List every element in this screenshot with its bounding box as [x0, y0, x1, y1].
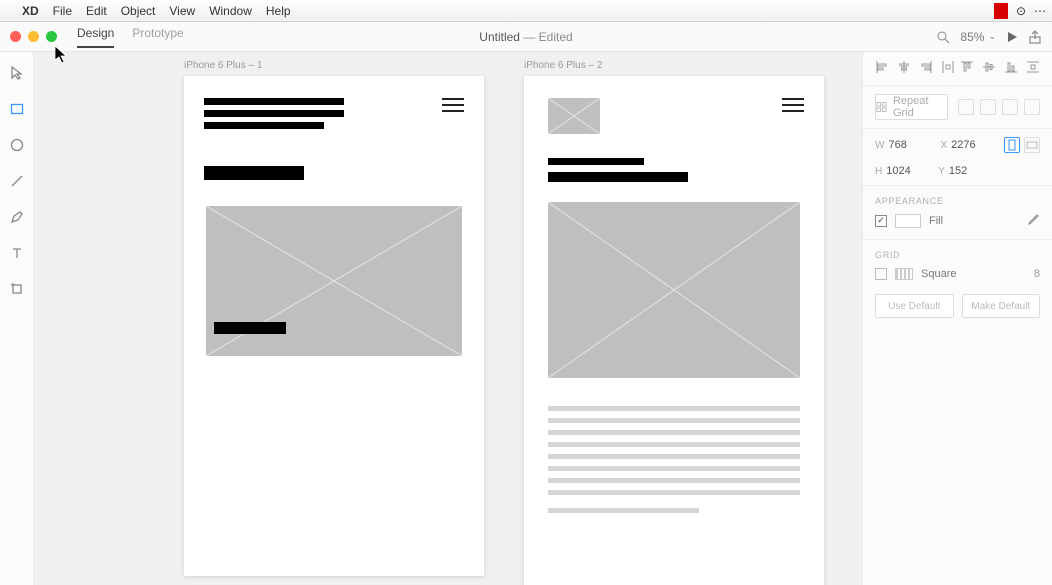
y-value[interactable]: 152 — [949, 165, 991, 177]
x-value[interactable]: 2276 — [951, 139, 993, 151]
appearance-title: Appearance — [863, 186, 1052, 208]
canvas[interactable]: iPhone 6 Plus – 1 iPhone 6 Plus – 2 — [34, 52, 862, 585]
align-hcenter-icon[interactable] — [897, 60, 911, 77]
repeat-grid-label: Repeat Grid — [893, 95, 947, 119]
align-top-icon[interactable] — [960, 60, 974, 77]
portrait-icon[interactable] — [1004, 137, 1020, 153]
paragraph-placeholder — [548, 406, 800, 513]
grid-type-icon[interactable] — [895, 268, 913, 280]
document-title: Untitled — Edited — [479, 30, 572, 44]
bool-subtract-icon[interactable] — [980, 99, 996, 115]
title-placeholder — [548, 172, 688, 182]
share-icon[interactable] — [1028, 30, 1042, 44]
h-label: H — [875, 166, 882, 177]
tool-rail — [0, 52, 34, 585]
fill-checkbox[interactable]: ✓ — [875, 215, 887, 227]
mac-menubar: XD File Edit Object View Window Help ⊙ ⋯ — [0, 0, 1052, 22]
chevron-down-icon: ⌄ — [988, 31, 996, 42]
w-label: W — [875, 140, 884, 151]
w-value[interactable]: 768 — [888, 139, 930, 151]
fill-swatch[interactable] — [895, 214, 921, 228]
menu-help[interactable]: Help — [266, 4, 291, 18]
text-tool[interactable] — [8, 244, 26, 262]
caption-placeholder — [214, 322, 286, 334]
fill-label: Fill — [929, 215, 943, 227]
distribute-v-icon[interactable] — [1026, 60, 1040, 77]
menu-file[interactable]: File — [53, 4, 72, 18]
pen-tool[interactable] — [8, 208, 26, 226]
window-close-button[interactable] — [10, 31, 21, 42]
hamburger-icon — [782, 98, 804, 112]
artboard-2-label[interactable]: iPhone 6 Plus – 2 — [524, 60, 602, 71]
tab-prototype[interactable]: Prototype — [132, 26, 183, 48]
eyedropper-icon[interactable] — [1026, 212, 1040, 229]
artboard-1-label[interactable]: iPhone 6 Plus – 1 — [184, 60, 262, 71]
image-placeholder — [548, 202, 800, 378]
artboard-tool[interactable] — [8, 280, 26, 298]
bool-add-icon[interactable] — [958, 99, 974, 115]
window-minimize-button[interactable] — [28, 31, 39, 42]
document-name: Untitled — [479, 30, 520, 44]
align-vcenter-icon[interactable] — [982, 60, 996, 77]
make-default-button[interactable]: Make Default — [962, 294, 1041, 318]
bool-intersect-icon[interactable] — [1002, 99, 1018, 115]
align-bottom-icon[interactable] — [1004, 60, 1018, 77]
grid-size[interactable]: 8 — [1034, 268, 1040, 280]
h-value[interactable]: 1024 — [886, 165, 928, 177]
menu-window[interactable]: Window — [209, 4, 252, 18]
app-topbar: Design Prototype Untitled — Edited 85% ⌄ — [0, 22, 1052, 52]
play-icon[interactable] — [1006, 31, 1018, 43]
tab-design[interactable]: Design — [77, 26, 114, 48]
artboard-2[interactable]: iPhone 6 Plus – 2 — [524, 76, 824, 585]
menubar-extra-icon-2[interactable]: ⋯ — [1034, 4, 1046, 18]
menu-edit[interactable]: Edit — [86, 4, 107, 18]
grid-checkbox[interactable] — [875, 268, 887, 280]
rectangle-tool[interactable] — [8, 100, 26, 118]
landscape-icon[interactable] — [1024, 137, 1040, 153]
use-default-button[interactable]: Use Default — [875, 294, 954, 318]
select-tool[interactable] — [8, 64, 26, 82]
menu-view[interactable]: View — [169, 4, 195, 18]
align-right-icon[interactable] — [919, 60, 933, 77]
line-tool[interactable] — [8, 172, 26, 190]
menu-app[interactable]: XD — [22, 4, 39, 18]
ellipse-tool[interactable] — [8, 136, 26, 154]
menu-object[interactable]: Object — [121, 4, 156, 18]
headline-placeholder — [204, 98, 344, 129]
hamburger-icon — [442, 98, 464, 112]
bool-exclude-icon[interactable] — [1024, 99, 1040, 115]
artboard-1[interactable]: iPhone 6 Plus – 1 — [184, 76, 484, 576]
menubar-status-icon[interactable] — [994, 3, 1008, 19]
transform-section: W 768 X 2276 H 1024 Y 152 — [863, 129, 1052, 186]
grid-title: Grid — [863, 240, 1052, 262]
y-label: Y — [938, 166, 945, 177]
subhead-placeholder — [204, 166, 304, 180]
menubar-extra-icon-1[interactable]: ⊙ — [1016, 4, 1026, 18]
search-icon[interactable] — [936, 30, 950, 44]
distribute-h-icon[interactable] — [941, 60, 955, 77]
inspector-panel: Repeat Grid W 768 X 2276 H 1024 Y 152 Appear… — [862, 52, 1052, 585]
subhead-placeholder — [548, 158, 644, 165]
align-left-icon[interactable] — [875, 60, 889, 77]
zoom-value: 85% — [960, 30, 984, 44]
x-label: X — [940, 140, 947, 151]
align-controls — [863, 52, 1052, 86]
zoom-control[interactable]: 85% ⌄ — [960, 30, 996, 44]
window-zoom-button[interactable] — [46, 31, 57, 42]
thumbnail-placeholder — [548, 98, 600, 134]
grid-type-label[interactable]: Square — [921, 268, 956, 280]
repeat-grid-button[interactable]: Repeat Grid — [875, 94, 948, 120]
document-state: Edited — [539, 30, 573, 44]
